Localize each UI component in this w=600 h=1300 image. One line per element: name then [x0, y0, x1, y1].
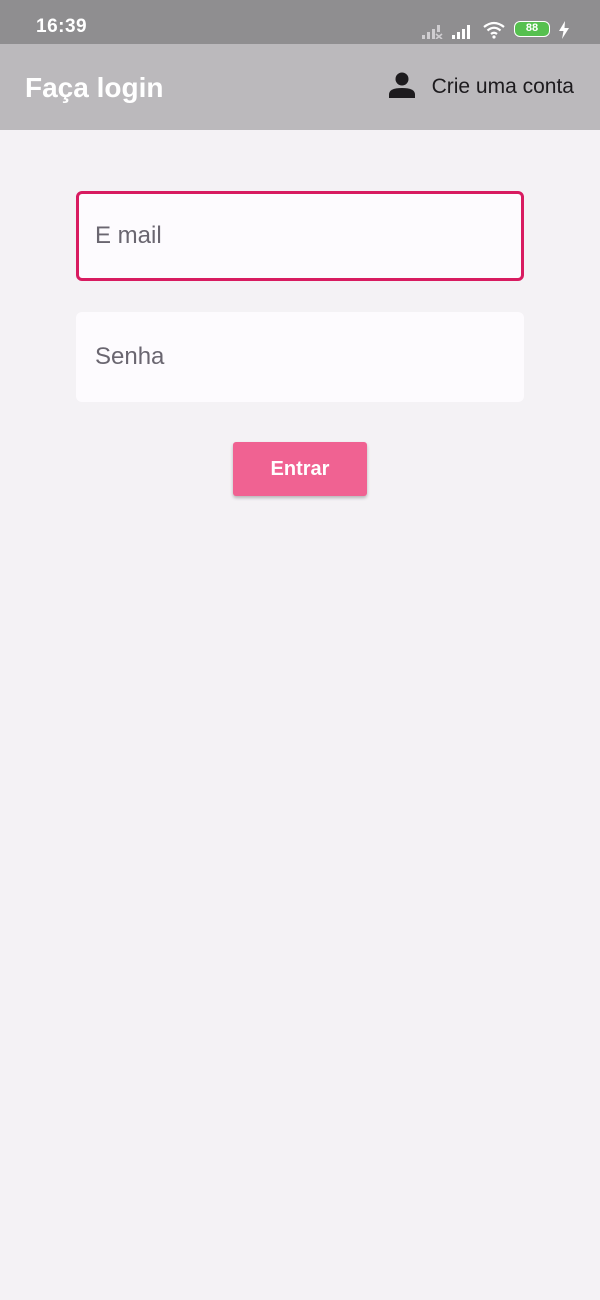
- status-bar: 16:39 88: [0, 0, 600, 44]
- page-title: Faça login: [25, 72, 164, 103]
- email-field[interactable]: [76, 191, 524, 281]
- password-input[interactable]: [95, 343, 524, 371]
- create-account-label: Crie uma conta: [431, 75, 574, 98]
- signal-icon: [452, 23, 474, 39]
- signal-off-icon: [422, 23, 444, 39]
- battery-icon: 88: [514, 21, 550, 37]
- create-account-button[interactable]: Crie uma conta: [388, 44, 574, 130]
- status-time: 16:39: [36, 16, 88, 37]
- person-icon: [388, 72, 416, 103]
- status-icons: 88: [422, 17, 570, 39]
- password-field[interactable]: [76, 312, 524, 402]
- email-input[interactable]: [95, 222, 521, 250]
- login-button[interactable]: Entrar: [233, 442, 367, 496]
- wifi-icon: [482, 21, 506, 39]
- app-bar: Faça login Crie uma conta: [0, 44, 600, 130]
- charging-icon: [558, 21, 570, 39]
